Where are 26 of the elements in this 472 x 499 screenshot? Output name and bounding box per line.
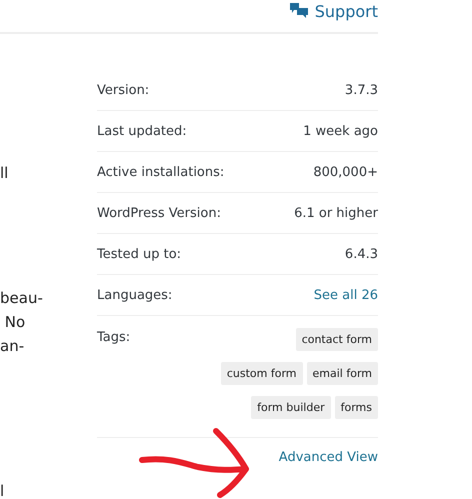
advanced-view-link[interactable]: Advanced View <box>278 450 378 465</box>
tag-link[interactable]: forms <box>334 396 378 419</box>
detail-value: 6.1 or higher <box>294 206 378 220</box>
body-text: beau- <box>0 288 43 309</box>
detail-value: 800,000+ <box>313 164 378 180</box>
body-text: ll <box>0 163 8 184</box>
detail-label: Tags: <box>97 330 130 345</box>
body-text: l <box>0 481 4 499</box>
detail-value: 1 week ago <box>303 124 378 138</box>
body-text: No <box>4 312 26 333</box>
tag-link[interactable]: form builder <box>251 396 331 419</box>
tag-link[interactable]: email form <box>306 362 378 385</box>
detail-value: 6.4.3 <box>344 246 378 262</box>
tag-link[interactable]: contact form <box>296 328 378 351</box>
languages-link[interactable]: See all 26 <box>314 288 378 302</box>
detail-value: 3.7.3 <box>344 82 378 98</box>
detail-label: Languages: <box>97 288 172 302</box>
body-text: an- <box>0 336 24 357</box>
detail-label: Version: <box>97 82 150 98</box>
detail-label: Active installations: <box>97 164 224 180</box>
speech-bubbles-icon <box>290 3 308 19</box>
tag-link[interactable]: custom form <box>220 362 303 385</box>
detail-label: Last updated: <box>97 124 187 138</box>
detail-label: Tested up to: <box>97 246 182 262</box>
support-link[interactable]: Support <box>290 2 378 20</box>
detail-label: WordPress Version: <box>97 206 221 220</box>
